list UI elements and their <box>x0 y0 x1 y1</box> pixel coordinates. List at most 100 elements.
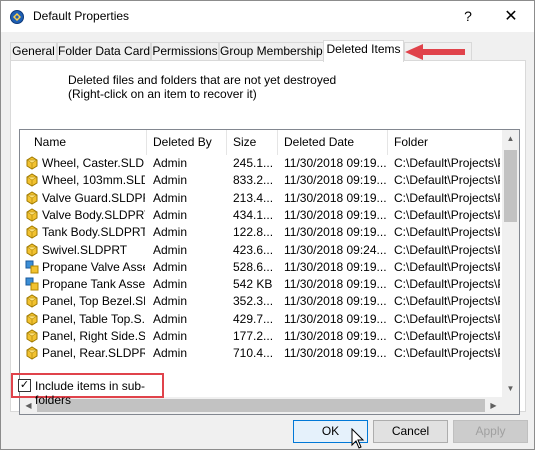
column-header-deleted-date[interactable]: Deleted Date <box>278 130 388 155</box>
column-header-folder[interactable]: Folder <box>388 130 502 155</box>
cell-deleted-by: Admin <box>153 207 188 222</box>
tab-general[interactable]: General <box>10 42 57 61</box>
tab-folder-data-card[interactable]: Folder Data Card <box>57 42 151 61</box>
cell-date: 11/30/2018 09:19... <box>284 294 386 309</box>
list-item[interactable]: Panel, Table Top.S... Admin 429.7... 11/30/… <box>20 311 502 328</box>
cell-folder: C:\Default\Projects\P- <box>394 156 500 170</box>
scrollbar-corner <box>502 397 519 414</box>
cell-deleted-by: Admin <box>153 242 188 257</box>
cell-name: Wheel, 103mm.SLD... <box>42 173 145 188</box>
column-header-size[interactable]: Size <box>227 130 278 155</box>
list-item[interactable]: Valve Body.SLDPRT Admin 434.1... 11/30/2018… <box>20 207 502 224</box>
list-item[interactable]: Propane Valve Asse... Admin 528.6... 11/30/… <box>20 259 502 276</box>
panel-description: Deleted files and folders that are not y… <box>68 73 337 87</box>
cell-date: 11/30/2018 09:19... <box>284 346 386 361</box>
list-item[interactable]: Propane Tank Asse... Admin 542 KB 11/30/201… <box>20 276 502 293</box>
cell-folder: C:\Default\Projects\P- <box>394 346 500 361</box>
part-icon <box>26 294 38 308</box>
cell-folder: C:\Default\Projects\P- <box>394 173 500 188</box>
list-item[interactable]: Tank Body.SLDPRT Admin 122.8... 11/30/2018 … <box>20 224 502 241</box>
cell-date: 11/30/2018 09:19... <box>284 311 386 326</box>
cell-deleted-by: Admin <box>153 329 188 343</box>
part-icon <box>26 346 38 360</box>
vertical-scroll-thumb[interactable] <box>504 150 517 222</box>
include-subfolders-checkbox[interactable]: ✓ <box>18 379 31 392</box>
assembly-icon <box>25 260 39 274</box>
part-icon <box>26 191 38 205</box>
cell-name: Swivel.SLDPRT <box>42 242 128 257</box>
apply-button[interactable]: Apply <box>453 420 528 443</box>
cell-size: 245.1... <box>233 156 274 170</box>
mouse-cursor-icon <box>351 428 365 449</box>
cell-date: 11/30/2018 09:19... <box>284 173 386 188</box>
include-subfolders-label[interactable]: Include items in sub-folders <box>35 379 162 407</box>
properties-dialog: Default Properties ? ✕ General Folder Da… <box>0 0 535 450</box>
part-icon <box>26 173 38 187</box>
cell-date: 11/30/2018 09:19... <box>284 329 386 343</box>
tab-deleted-items[interactable]: Deleted Items <box>323 40 404 62</box>
tab-permissions[interactable]: Permissions <box>151 42 219 61</box>
cell-name: Valve Guard.SLDPRT <box>42 190 145 205</box>
list-item[interactable]: Panel, Top Bezel.SL... Admin 352.3... 11/30… <box>20 293 502 310</box>
cell-folder: C:\Default\Projects\P- <box>394 294 500 309</box>
cell-date: 11/30/2018 09:24... <box>284 242 386 257</box>
cell-folder: C:\Default\Projects\P- <box>394 242 500 257</box>
cell-deleted-by: Admin <box>153 225 188 240</box>
assembly-icon <box>25 277 39 291</box>
cell-folder: C:\Default\Projects\P- <box>394 225 500 240</box>
part-icon <box>26 312 38 326</box>
cell-date: 11/30/2018 09:19... <box>284 207 386 222</box>
part-icon <box>26 329 38 343</box>
column-header-deleted-by[interactable]: Deleted By <box>147 130 227 155</box>
list-item[interactable]: Wheel, Caster.SLD... Admin 245.1... 11/30/2… <box>20 155 502 172</box>
cell-folder: C:\Default\Projects\P- <box>394 311 500 326</box>
help-button[interactable]: ? <box>448 1 488 32</box>
cell-date: 11/30/2018 09:19... <box>284 277 386 292</box>
list-item[interactable]: Valve Guard.SLDPRT Admin 213.4... 11/30/201… <box>20 190 502 207</box>
include-subfolders-highlight: ✓ Include items in sub-folders <box>11 373 164 407</box>
cell-size: 213.4... <box>233 190 274 205</box>
cell-folder: C:\Default\Projects\P- <box>394 259 500 274</box>
cell-size: 542 KB <box>233 277 273 292</box>
close-button[interactable]: ✕ <box>488 1 534 32</box>
cell-date: 11/30/2018 09:19... <box>284 259 386 274</box>
properties-icon <box>10 10 24 24</box>
scroll-up-icon[interactable]: ▲ <box>502 130 519 147</box>
cell-folder: C:\Default\Projects\P- <box>394 277 500 292</box>
cell-folder: C:\Default\Projects\P- <box>394 329 500 343</box>
cancel-button[interactable]: Cancel <box>373 420 448 443</box>
tab-group-memberships[interactable]: Group Memberships <box>219 42 329 61</box>
cell-name: Panel, Rear.SLDPRT <box>42 346 145 361</box>
cell-name: Propane Tank Asse... <box>42 277 145 292</box>
cell-size: 528.6... <box>233 259 274 274</box>
scroll-down-icon[interactable]: ▼ <box>502 380 519 397</box>
cell-size: 177.2... <box>233 329 274 343</box>
list-item[interactable]: Panel, Rear.SLDPRT Admin 710.4... 11/30/201… <box>20 345 502 362</box>
column-header-name[interactable]: Name <box>20 130 147 155</box>
title-bar[interactable]: Default Properties ? ✕ <box>1 1 534 32</box>
cell-size: 423.6... <box>233 242 274 257</box>
part-icon <box>26 225 38 239</box>
cell-deleted-by: Admin <box>153 277 188 292</box>
scroll-right-icon[interactable]: ▶ <box>485 397 502 414</box>
list-item[interactable]: Swivel.SLDPRT Admin 423.6... 11/30/2018 09:… <box>20 242 502 259</box>
cell-name: Panel, Top Bezel.SL... <box>42 294 145 309</box>
cell-date: 11/30/2018 09:19... <box>284 156 386 170</box>
cell-deleted-by: Admin <box>153 346 188 361</box>
cell-name: Panel, Table Top.S... <box>42 311 145 326</box>
cell-folder: C:\Default\Projects\P- <box>394 190 500 205</box>
deleted-items-panel: Deleted files and folders that are not y… <box>10 60 526 415</box>
cell-deleted-by: Admin <box>153 190 188 205</box>
cell-size: 434.1... <box>233 207 274 222</box>
cell-date: 11/30/2018 09:19... <box>284 225 386 240</box>
vertical-scrollbar[interactable]: ▲ ▼ <box>502 130 519 414</box>
cell-name: Wheel, Caster.SLD... <box>42 156 145 170</box>
part-icon <box>26 156 38 170</box>
list-item[interactable]: Panel, Right Side.S... Admin 177.2... 11/30… <box>20 328 502 345</box>
cell-size: 710.4... <box>233 346 274 361</box>
cell-name: Panel, Right Side.S... <box>42 329 145 343</box>
list-item[interactable]: Wheel, 103mm.SLD... Admin 833.2... 11/30/20… <box>20 172 502 189</box>
cell-deleted-by: Admin <box>153 311 188 326</box>
list-header: Name Deleted By Size Deleted Date Folder <box>20 130 502 155</box>
cell-folder: C:\Default\Projects\P- <box>394 207 500 222</box>
